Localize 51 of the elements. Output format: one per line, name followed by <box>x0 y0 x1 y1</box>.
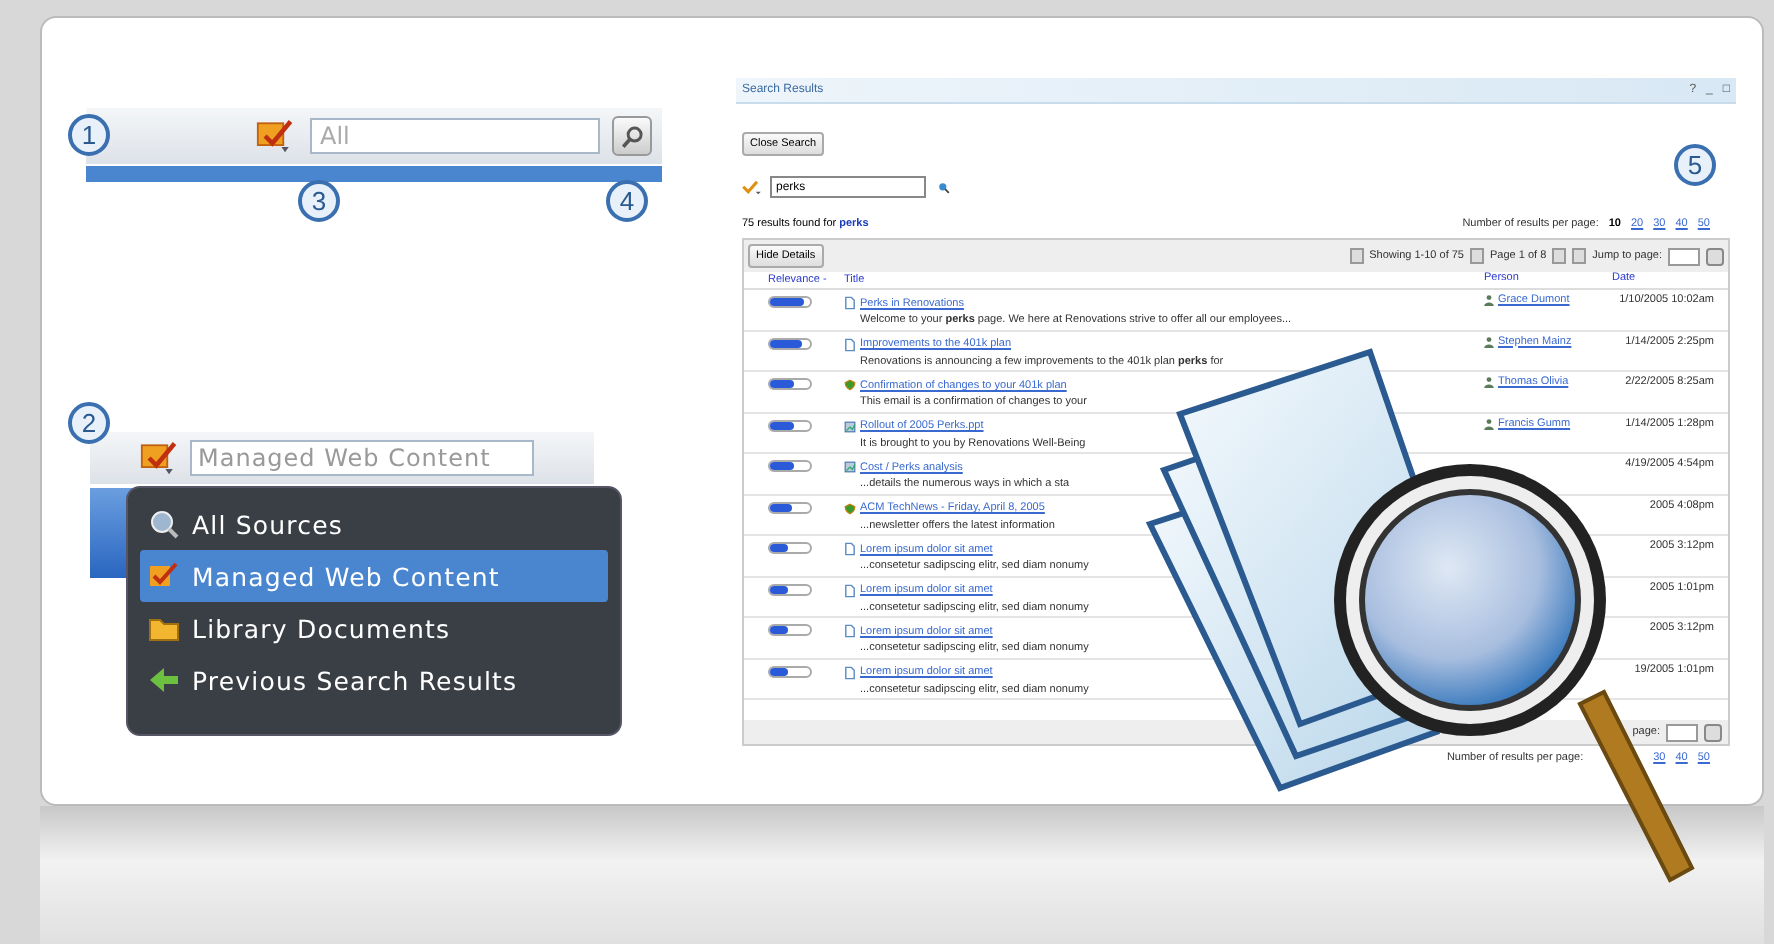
search-field[interactable]: Managed Web Content <box>190 440 534 476</box>
relevance-bar <box>768 296 812 308</box>
menu-item[interactable]: Previous Search Results <box>140 654 608 706</box>
arrow-left-icon <box>148 664 180 696</box>
callout-number: 3 <box>298 180 340 222</box>
relevance-bar <box>768 378 812 390</box>
relevance-bar <box>768 624 812 636</box>
callout-number: 5 <box>1674 144 1716 186</box>
relevance-bar <box>768 501 812 513</box>
document-icon <box>844 337 856 352</box>
callout-number: 4 <box>606 180 648 222</box>
search-icon[interactable] <box>938 181 950 193</box>
chart-icon <box>844 419 856 434</box>
magnifier-icon <box>148 508 180 540</box>
scope-picker-icon[interactable] <box>742 179 762 195</box>
person-icon <box>1484 294 1494 306</box>
document-icon <box>844 665 856 680</box>
document-icon <box>844 624 856 639</box>
callout-number: 1 <box>68 114 110 156</box>
document-icon <box>844 583 856 598</box>
first-page-button[interactable] <box>1349 248 1364 264</box>
relevance-bar <box>768 460 812 472</box>
scope-picker-icon[interactable] <box>254 116 298 156</box>
document-icon <box>844 542 856 557</box>
menu-item[interactable]: All Sources <box>140 498 608 550</box>
previous-page-button[interactable] <box>1470 248 1484 264</box>
go-button[interactable] <box>1704 723 1722 741</box>
callout-number: 2 <box>68 402 110 444</box>
shield-icon <box>844 378 856 393</box>
relevance-bar <box>768 337 812 349</box>
web-content-icon <box>148 560 180 592</box>
search-icon <box>619 123 645 149</box>
relevance-bar <box>768 419 812 431</box>
document-icon <box>844 296 856 311</box>
person-icon <box>1484 335 1494 347</box>
chart-icon <box>844 460 856 475</box>
person-icon <box>1484 417 1494 429</box>
last-page-button[interactable] <box>1572 248 1587 264</box>
go-button[interactable] <box>1706 247 1724 265</box>
jump-field[interactable] <box>1668 247 1700 265</box>
scope-picker-icon[interactable] <box>138 438 182 478</box>
next-page-button[interactable] <box>1552 248 1567 264</box>
search-button[interactable] <box>612 116 652 156</box>
menu-item[interactable]: Managed Web Content <box>140 550 608 602</box>
jump-field[interactable] <box>1666 723 1698 741</box>
relevance-bar <box>768 665 812 677</box>
relevance-bar <box>768 542 812 554</box>
menu-item[interactable]: Library Documents <box>140 602 608 654</box>
person-icon <box>1484 376 1494 388</box>
relevance-bar <box>768 583 812 595</box>
shield-icon <box>844 501 856 516</box>
